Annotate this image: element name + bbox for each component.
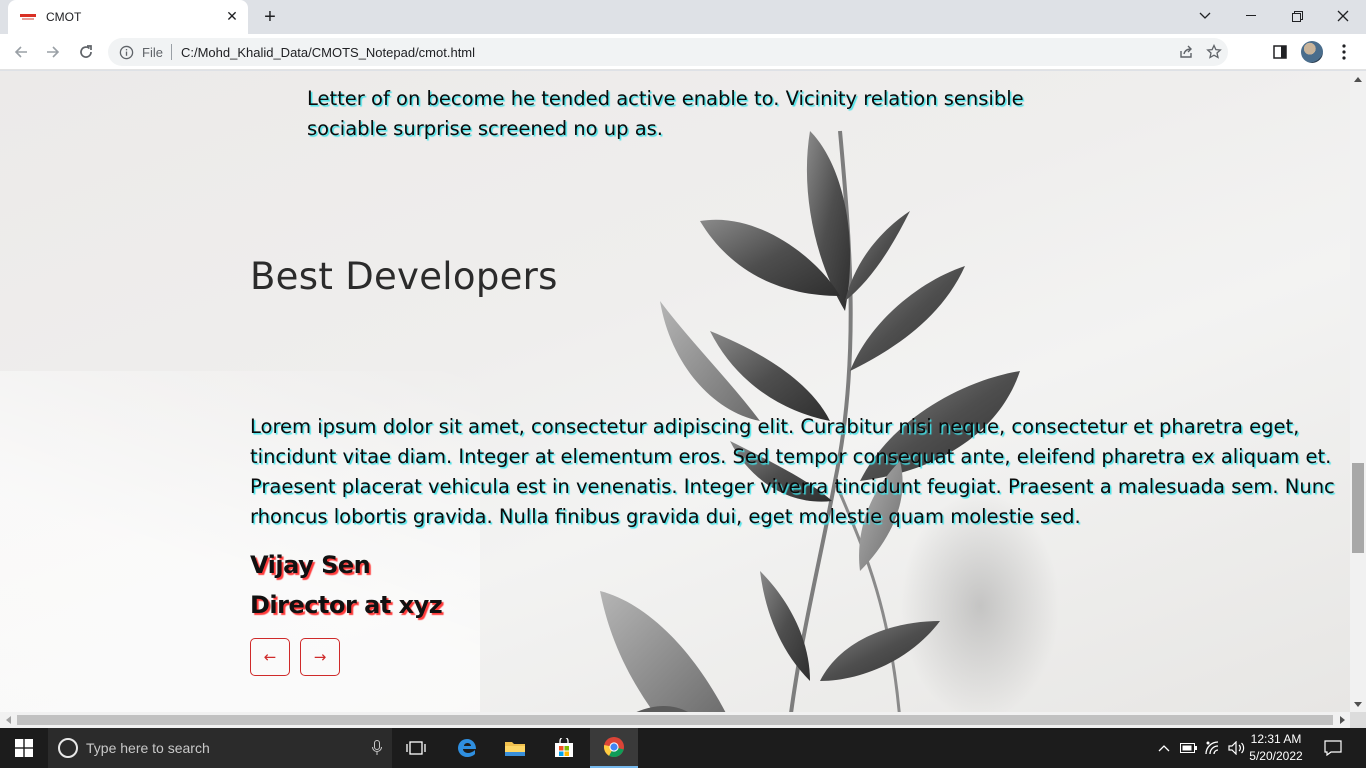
- testimonial-author-name: Vijay Sen: [250, 551, 371, 579]
- chrome-icon[interactable]: [590, 728, 638, 768]
- scroll-left-arrow-icon[interactable]: [0, 712, 16, 728]
- reload-button[interactable]: [72, 38, 100, 66]
- close-window-button[interactable]: [1320, 0, 1366, 32]
- tab-search-chevron-icon[interactable]: [1182, 0, 1228, 32]
- file-explorer-icon[interactable]: [491, 728, 539, 768]
- new-tab-button[interactable]: +: [258, 6, 282, 28]
- taskbar-search-box[interactable]: Type here to search: [48, 728, 392, 768]
- microsoft-store-icon[interactable]: [540, 728, 588, 768]
- tab-close-icon[interactable]: ✕: [222, 7, 242, 27]
- windows-taskbar: Type here to search 12:31 AM 5/20/2022: [0, 728, 1366, 768]
- browser-tab-cmot[interactable]: CMOT ✕: [8, 0, 248, 34]
- battery-icon[interactable]: [1178, 728, 1200, 768]
- scroll-right-arrow-icon[interactable]: [1334, 712, 1350, 728]
- cortana-circle-icon: [58, 738, 78, 758]
- scroll-down-arrow-icon[interactable]: [1350, 696, 1366, 712]
- share-icon[interactable]: [1172, 38, 1200, 66]
- carousel-prev-button[interactable]: ←: [250, 638, 290, 676]
- microphone-icon[interactable]: [362, 728, 392, 768]
- site-favicon-icon: [20, 13, 36, 21]
- restore-window-button[interactable]: [1274, 0, 1320, 32]
- scroll-up-arrow-icon[interactable]: [1350, 71, 1366, 87]
- profile-avatar[interactable]: [1298, 38, 1326, 66]
- task-view-icon[interactable]: [392, 728, 440, 768]
- taskbar-search-placeholder: Type here to search: [86, 740, 210, 756]
- site-info-icon[interactable]: [118, 44, 134, 60]
- taskbar-clock[interactable]: 12:31 AM 5/20/2022: [1244, 731, 1308, 765]
- windows-start-icon[interactable]: [0, 728, 48, 768]
- browser-toolbar: File C:/Mohd_Khalid_Data/CMOTS_Notepad/c…: [0, 34, 1366, 70]
- wifi-icon[interactable]: [1202, 728, 1224, 768]
- tab-title: CMOT: [46, 10, 82, 24]
- horizontal-scroll-thumb[interactable]: [17, 715, 1333, 725]
- minimize-window-button[interactable]: [1228, 0, 1274, 32]
- horizontal-scrollbar[interactable]: [0, 712, 1350, 728]
- edge-icon[interactable]: [443, 728, 491, 768]
- page-viewport: Letter of on become he tended active ena…: [0, 71, 1350, 712]
- clock-date: 5/20/2022: [1249, 749, 1303, 763]
- notification-center-icon[interactable]: [1318, 728, 1348, 768]
- vertical-scrollbar[interactable]: [1350, 71, 1366, 712]
- browser-tab-strip: CMOT ✕ +: [0, 0, 1366, 34]
- clock-time: 12:31 AM: [1250, 732, 1302, 746]
- section-title: Best Developers: [250, 255, 558, 298]
- show-hidden-icons-chevron-icon[interactable]: [1154, 728, 1174, 768]
- testimonial-author-role: Director at xyz: [250, 591, 443, 619]
- forward-button[interactable]: [39, 38, 67, 66]
- back-button[interactable]: [7, 38, 35, 66]
- lead-paragraph: Letter of on become he tended active ena…: [307, 87, 1024, 140]
- url-text[interactable]: C:/Mohd_Khalid_Data/CMOTS_Notepad/cmot.h…: [181, 45, 1172, 60]
- scheme-label: File: [142, 44, 163, 60]
- testimonial-quote: Lorem ipsum dolor sit amet, consectetur …: [250, 415, 1335, 528]
- address-divider: [170, 44, 172, 60]
- bookmark-star-icon[interactable]: [1200, 38, 1228, 66]
- scrollbar-corner: [1350, 712, 1366, 728]
- side-panel-icon[interactable]: [1266, 38, 1294, 66]
- vertical-scroll-thumb[interactable]: [1352, 463, 1364, 553]
- carousel-next-button[interactable]: →: [300, 638, 340, 676]
- chrome-menu-icon[interactable]: [1330, 38, 1358, 66]
- page-content: Letter of on become he tended active ena…: [0, 71, 1350, 712]
- address-bar[interactable]: File C:/Mohd_Khalid_Data/CMOTS_Notepad/c…: [108, 38, 1228, 66]
